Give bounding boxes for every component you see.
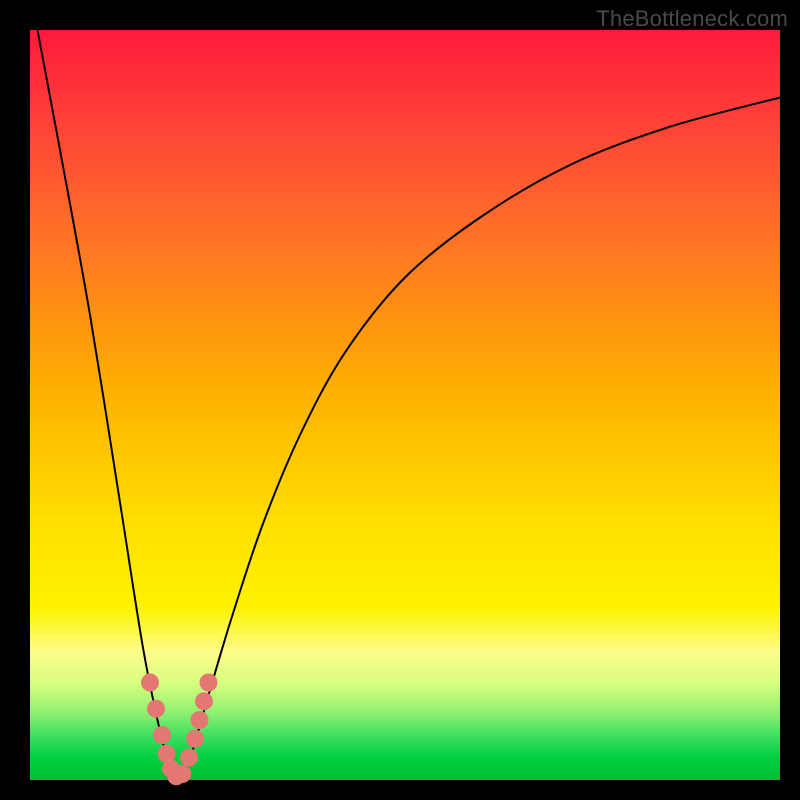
- curve-left-branch: [38, 30, 181, 780]
- marker-group: [141, 674, 218, 786]
- attribution-text: TheBottleneck.com: [596, 6, 788, 32]
- marker-dot: [147, 700, 165, 718]
- marker-dot: [153, 726, 171, 744]
- chart-svg: [30, 30, 780, 780]
- marker-dot: [141, 674, 159, 692]
- marker-dot: [186, 730, 204, 748]
- marker-dot: [191, 711, 209, 729]
- marker-dot: [195, 692, 213, 710]
- curve-right-branch: [180, 98, 780, 781]
- marker-dot: [200, 674, 218, 692]
- marker-dot: [173, 765, 191, 783]
- marker-dot: [180, 749, 198, 767]
